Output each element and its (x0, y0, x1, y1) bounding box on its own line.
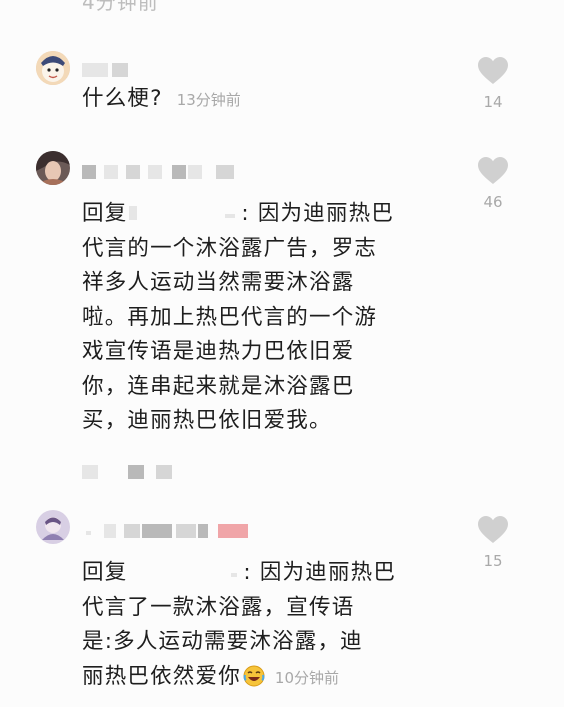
like-count: 15 (483, 552, 503, 570)
reply-prefix: 回复 (82, 201, 128, 226)
like-count: 14 (483, 93, 503, 111)
username-redacted[interactable] (82, 63, 108, 77)
username-redacted[interactable] (124, 524, 140, 538)
avatar[interactable] (36, 151, 70, 185)
redacted-meta (128, 465, 144, 479)
reply-target-redacted[interactable] (129, 206, 138, 220)
redacted-meta (82, 465, 98, 479)
username-redacted[interactable] (104, 524, 116, 538)
username-redacted[interactable] (86, 531, 91, 535)
cropped-top-text: 4分钟前 (82, 0, 159, 14)
username-redacted[interactable] (148, 165, 162, 179)
pink-badge-redacted (218, 524, 248, 538)
username-redacted[interactable] (104, 165, 118, 179)
username-redacted[interactable] (198, 524, 208, 538)
username-redacted[interactable] (176, 524, 196, 538)
laughing-tears-emoji-icon (243, 665, 265, 686)
reply-target-redacted[interactable] (231, 573, 238, 577)
username-redacted[interactable] (126, 165, 140, 179)
timestamp: 13分钟前 (176, 91, 241, 109)
like-heart-icon[interactable] (478, 57, 508, 85)
username-redacted[interactable] (142, 524, 172, 538)
username-redacted[interactable] (112, 63, 128, 77)
redacted-meta (156, 465, 172, 479)
like-heart-icon[interactable] (478, 516, 508, 544)
comment-text: 回复: 因为迪丽热巴 代言了一款沐浴露，宣传语 是:多人运动需要沐浴露，迪 丽热巴… (82, 560, 397, 689)
reply-prefix: 回复 (82, 560, 128, 585)
comment-text: 什么梗? 13分钟前 (82, 86, 241, 111)
avatar[interactable] (36, 51, 70, 85)
username-redacted[interactable] (172, 165, 186, 179)
avatar[interactable] (36, 510, 70, 544)
timestamp: 10分钟前 (274, 668, 339, 687)
like-heart-icon[interactable] (478, 157, 508, 185)
username-redacted[interactable] (82, 165, 96, 179)
comment-text: 回复: 因为迪丽热巴 代言的一个沐浴露广告，罗志 祥多人运动当然需要沐浴露 啦。再… (82, 201, 395, 433)
username-redacted[interactable] (188, 165, 202, 179)
username-redacted[interactable] (216, 165, 234, 179)
like-count: 46 (483, 193, 503, 211)
